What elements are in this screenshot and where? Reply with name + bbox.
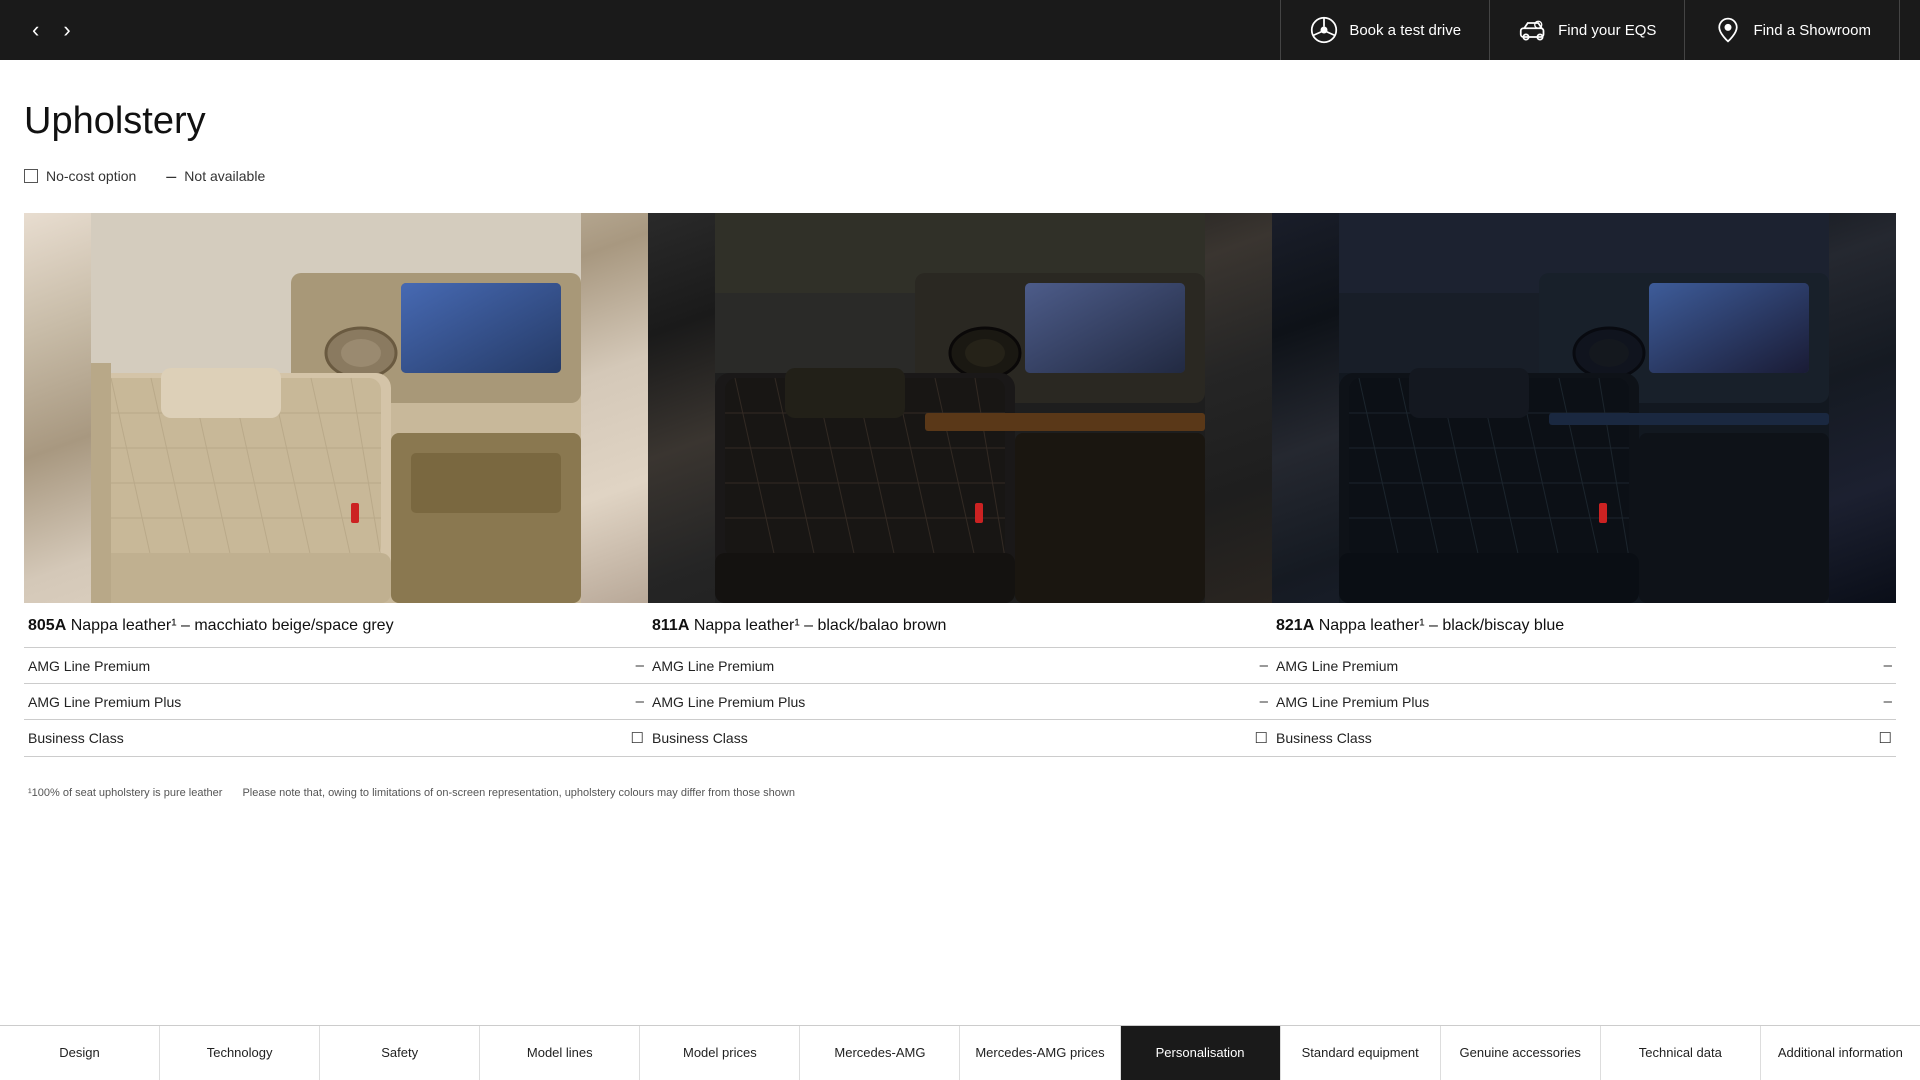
top-navigation: ‹ › Book a test drive [0,0,1920,60]
row-label: AMG Line Premium [1276,658,1884,674]
card-rows-805A: AMG Line Premium – AMG Line Premium Plus… [24,647,648,757]
nav-actions: Book a test drive Find your EQS [1280,0,1900,60]
status-dash-icon: – [1884,693,1892,710]
card-title-811A: 811A Nappa leather¹ – black/balao brown [648,617,1272,635]
find-showroom-button[interactable]: Find a Showroom [1684,0,1900,60]
status-dash-icon: – [1884,657,1892,674]
row-label: AMG Line Premium [652,658,1260,674]
card-code-805A: 805A [28,617,66,634]
status-box-icon: ☐ [631,729,644,747]
steering-wheel-icon [1309,15,1339,45]
bottom-nav-technical-data[interactable]: Technical data [1601,1026,1761,1080]
bottom-nav-additional-info[interactable]: Additional information [1761,1026,1920,1080]
card-body-811A: 811A Nappa leather¹ – black/balao brown … [648,603,1272,757]
table-row: AMG Line Premium Plus – [24,684,648,720]
row-label: Business Class [1276,730,1879,746]
status-dash-icon: – [636,693,644,710]
status-box-icon: ☐ [1255,729,1268,747]
interior-illustration-blue [1272,213,1896,603]
nav-next-button[interactable]: › [51,9,82,51]
legend: No-cost option – Not available [24,167,1896,185]
find-showroom-label: Find a Showroom [1753,22,1871,39]
footnote-1: ¹100% of seat upholstery is pure leather [28,787,222,799]
bottom-nav-model-prices[interactable]: Model prices [640,1026,800,1080]
row-label: AMG Line Premium Plus [1276,694,1884,710]
upholstery-card-805A: 805A Nappa leather¹ – macchiato beige/sp… [24,213,648,757]
card-title-805A: 805A Nappa leather¹ – macchiato beige/sp… [24,617,648,635]
bottom-nav-standard-equipment[interactable]: Standard equipment [1281,1026,1441,1080]
card-code-821A: 821A [1276,617,1314,634]
not-available-label: Not available [184,168,265,184]
test-drive-label: Book a test drive [1349,22,1461,39]
table-row: AMG Line Premium – [1272,648,1896,684]
cards-grid: 805A Nappa leather¹ – macchiato beige/sp… [24,213,1896,757]
legend-not-available: – Not available [166,167,265,185]
no-cost-icon [24,169,38,183]
card-rows-811A: AMG Line Premium – AMG Line Premium Plus… [648,647,1272,757]
card-body-805A: 805A Nappa leather¹ – macchiato beige/sp… [24,603,648,757]
table-row: AMG Line Premium – [648,648,1272,684]
find-eqs-label: Find your EQS [1558,22,1656,39]
bottom-nav-design[interactable]: Design [0,1026,160,1080]
footnotes: ¹100% of seat upholstery is pure leather… [24,787,1896,799]
legend-no-cost: No-cost option [24,168,136,184]
bottom-nav-safety[interactable]: Safety [320,1026,480,1080]
upholstery-card-821A: 821A Nappa leather¹ – black/biscay blue … [1272,213,1896,757]
dash-icon: – [166,167,176,185]
location-icon [1713,15,1743,45]
main-content: Upholstery No-cost option – Not availabl… [0,60,1920,819]
card-image-blue[interactable] [1272,213,1896,603]
status-dash-icon: – [636,657,644,674]
row-label: AMG Line Premium Plus [28,694,636,710]
card-code-811A: 811A [652,617,689,634]
table-row: AMG Line Premium Plus – [1272,684,1896,720]
card-image-beige[interactable] [24,213,648,603]
interior-illustration-beige [24,213,648,603]
table-row: Business Class ☐ [24,720,648,757]
row-label: AMG Line Premium Plus [652,694,1260,710]
no-cost-label: No-cost option [46,168,136,184]
card-desc-821A: Nappa leather¹ – black/biscay blue [1319,617,1564,634]
bottom-nav-model-lines[interactable]: Model lines [480,1026,640,1080]
card-desc-811A: Nappa leather¹ – black/balao brown [694,617,947,634]
status-dash-icon: – [1260,693,1268,710]
table-row: Business Class ☐ [648,720,1272,757]
table-row: Business Class ☐ [1272,720,1896,757]
status-dash-icon: – [1260,657,1268,674]
bottom-navigation: Design Technology Safety Model lines Mod… [0,1025,1920,1080]
bottom-nav-mercedes-amg[interactable]: Mercedes-AMG [800,1026,960,1080]
footnote-2: Please note that, owing to limitations o… [242,787,795,799]
card-body-821A: 821A Nappa leather¹ – black/biscay blue … [1272,603,1896,757]
bottom-nav-mercedes-amg-prices[interactable]: Mercedes-AMG prices [960,1026,1120,1080]
upholstery-card-811A: 811A Nappa leather¹ – black/balao brown … [648,213,1272,757]
test-drive-button[interactable]: Book a test drive [1280,0,1489,60]
table-row: AMG Line Premium Plus – [648,684,1272,720]
nav-prev-button[interactable]: ‹ [20,9,51,51]
bottom-nav-genuine-accessories[interactable]: Genuine accessories [1441,1026,1601,1080]
find-eqs-button[interactable]: Find your EQS [1489,0,1684,60]
table-row: AMG Line Premium – [24,648,648,684]
interior-illustration-black [648,213,1272,603]
row-label: AMG Line Premium [28,658,636,674]
card-rows-821A: AMG Line Premium – AMG Line Premium Plus… [1272,647,1896,757]
card-title-821A: 821A Nappa leather¹ – black/biscay blue [1272,617,1896,635]
car-search-icon [1518,15,1548,45]
status-box-icon: ☐ [1879,729,1892,747]
row-label: Business Class [28,730,631,746]
row-label: Business Class [652,730,1255,746]
bottom-nav-personalisation[interactable]: Personalisation [1121,1026,1281,1080]
bottom-nav-technology[interactable]: Technology [160,1026,320,1080]
card-image-black[interactable] [648,213,1272,603]
page-title: Upholstery [24,100,1896,143]
card-desc-805A: Nappa leather¹ – macchiato beige/space g… [71,617,394,634]
